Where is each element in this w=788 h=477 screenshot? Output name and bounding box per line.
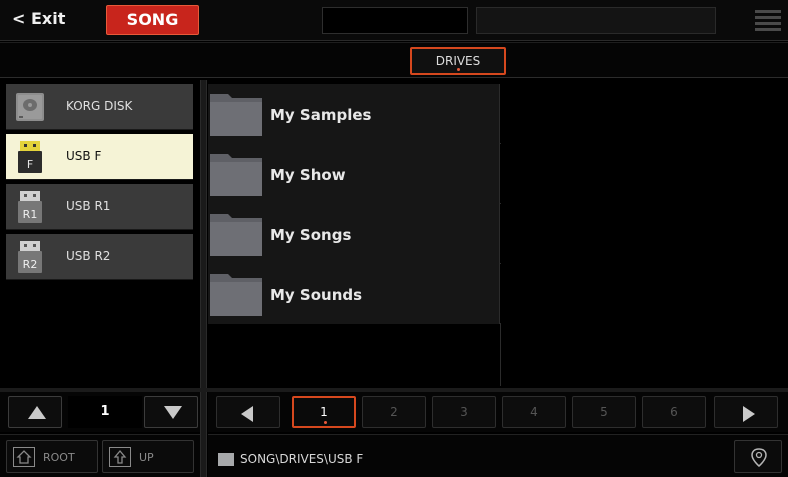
folder-icon xyxy=(218,453,234,466)
empty-cell xyxy=(501,84,788,144)
current-path: SONG\DRIVES\USB F xyxy=(240,452,364,466)
active-indicator-dot xyxy=(457,68,460,71)
page-label: 4 xyxy=(530,405,538,419)
page-label: 5 xyxy=(600,405,608,419)
arrow-right-icon xyxy=(743,406,755,422)
page-button-4[interactable]: 4 xyxy=(502,396,566,428)
folder-icon xyxy=(210,274,262,316)
home-folder-icon xyxy=(13,447,35,467)
list-item: My Show xyxy=(208,144,788,204)
list-item: My Songs xyxy=(208,204,788,264)
scroll-up-button[interactable] xyxy=(8,396,62,428)
tab-drives[interactable]: DRIVES xyxy=(410,47,506,75)
folder-icon xyxy=(210,94,262,136)
panel-divider xyxy=(200,80,207,477)
tab-drives-label: DRIVES xyxy=(435,54,481,68)
usb-drive-icon: R1 xyxy=(18,191,42,223)
arrow-left-icon xyxy=(241,406,253,422)
drive-page-number: 1 xyxy=(68,396,142,428)
empty-row xyxy=(208,324,788,386)
usb-drive-icon: F xyxy=(18,141,42,173)
drive-label: KORG DISK xyxy=(66,99,133,113)
page-button-3[interactable]: 3 xyxy=(432,396,496,428)
header-info-box xyxy=(476,7,716,34)
arrow-down-icon xyxy=(164,406,182,419)
folder-icon xyxy=(210,214,262,256)
folder-item-my-songs[interactable]: My Songs xyxy=(208,204,500,264)
page-label: 2 xyxy=(390,405,398,419)
up-label: UP xyxy=(139,451,154,464)
next-page-button[interactable] xyxy=(714,396,778,428)
root-label: ROOT xyxy=(43,451,75,464)
page-label: 3 xyxy=(460,405,468,419)
active-indicator-dot xyxy=(324,421,327,424)
drive-item-korg-disk[interactable]: KORG DISK xyxy=(6,84,193,130)
column-divider xyxy=(500,324,501,386)
empty-cell xyxy=(501,204,788,264)
page-navigator: 1 2 3 4 5 6 xyxy=(208,392,788,432)
root-button[interactable]: ROOT xyxy=(6,440,98,473)
usb-badge: F xyxy=(27,158,33,171)
drive-item-usb-f[interactable]: F USB F xyxy=(6,134,193,180)
empty-cell xyxy=(501,264,788,324)
list-item: My Sounds xyxy=(208,264,788,324)
folder-item-my-samples[interactable]: My Samples xyxy=(208,84,500,144)
scroll-down-button[interactable] xyxy=(144,396,198,428)
arrow-up-icon xyxy=(28,406,46,419)
hard-disk-icon xyxy=(16,93,44,121)
folder-item-my-show[interactable]: My Show xyxy=(208,144,500,204)
header-display-box xyxy=(322,7,468,34)
path-bar: SONG\DRIVES\USB F xyxy=(208,434,788,477)
exit-button[interactable]: < Exit xyxy=(12,9,65,28)
locate-button[interactable] xyxy=(734,440,782,473)
song-mode-button[interactable]: SONG xyxy=(106,5,199,35)
usb-badge: R1 xyxy=(23,208,38,221)
up-button[interactable]: UP xyxy=(102,440,194,473)
folder-label: My Show xyxy=(270,166,346,184)
drive-label: USB R2 xyxy=(66,249,111,263)
page-button-6[interactable]: 6 xyxy=(642,396,706,428)
drive-item-usb-r2[interactable]: R2 USB R2 xyxy=(6,234,193,280)
navigation-buttons: ROOT UP xyxy=(0,434,200,477)
page-button-5[interactable]: 5 xyxy=(572,396,636,428)
menu-icon[interactable] xyxy=(755,10,781,32)
page-label: 6 xyxy=(670,405,678,419)
folder-label: My Songs xyxy=(270,226,352,244)
drive-list: KORG DISK F USB F R1 USB R1 R2 USB R2 xyxy=(0,80,200,390)
folder-icon xyxy=(210,154,262,196)
drive-label: USB R1 xyxy=(66,199,111,213)
folder-grid: My Samples My Show My Songs My Sounds xyxy=(208,80,788,386)
usb-drive-icon: R2 xyxy=(18,241,42,273)
header-bar: < Exit SONG xyxy=(0,0,788,41)
list-item: My Samples xyxy=(208,84,788,144)
page-label: 1 xyxy=(320,405,328,419)
folder-label: My Samples xyxy=(270,106,372,124)
prev-page-button[interactable] xyxy=(216,396,280,428)
empty-cell xyxy=(501,144,788,204)
drive-label: USB F xyxy=(66,149,102,163)
tab-bar: DRIVES xyxy=(0,42,788,78)
location-pin-icon xyxy=(751,448,767,467)
page-button-2[interactable]: 2 xyxy=(362,396,426,428)
folder-up-icon xyxy=(109,447,131,467)
usb-badge: R2 xyxy=(23,258,38,271)
folder-label: My Sounds xyxy=(270,286,363,304)
page-button-1[interactable]: 1 xyxy=(292,396,356,428)
drive-item-usb-r1[interactable]: R1 USB R1 xyxy=(6,184,193,230)
folder-item-my-sounds[interactable]: My Sounds xyxy=(208,264,500,324)
drive-list-nav: 1 xyxy=(0,392,200,432)
